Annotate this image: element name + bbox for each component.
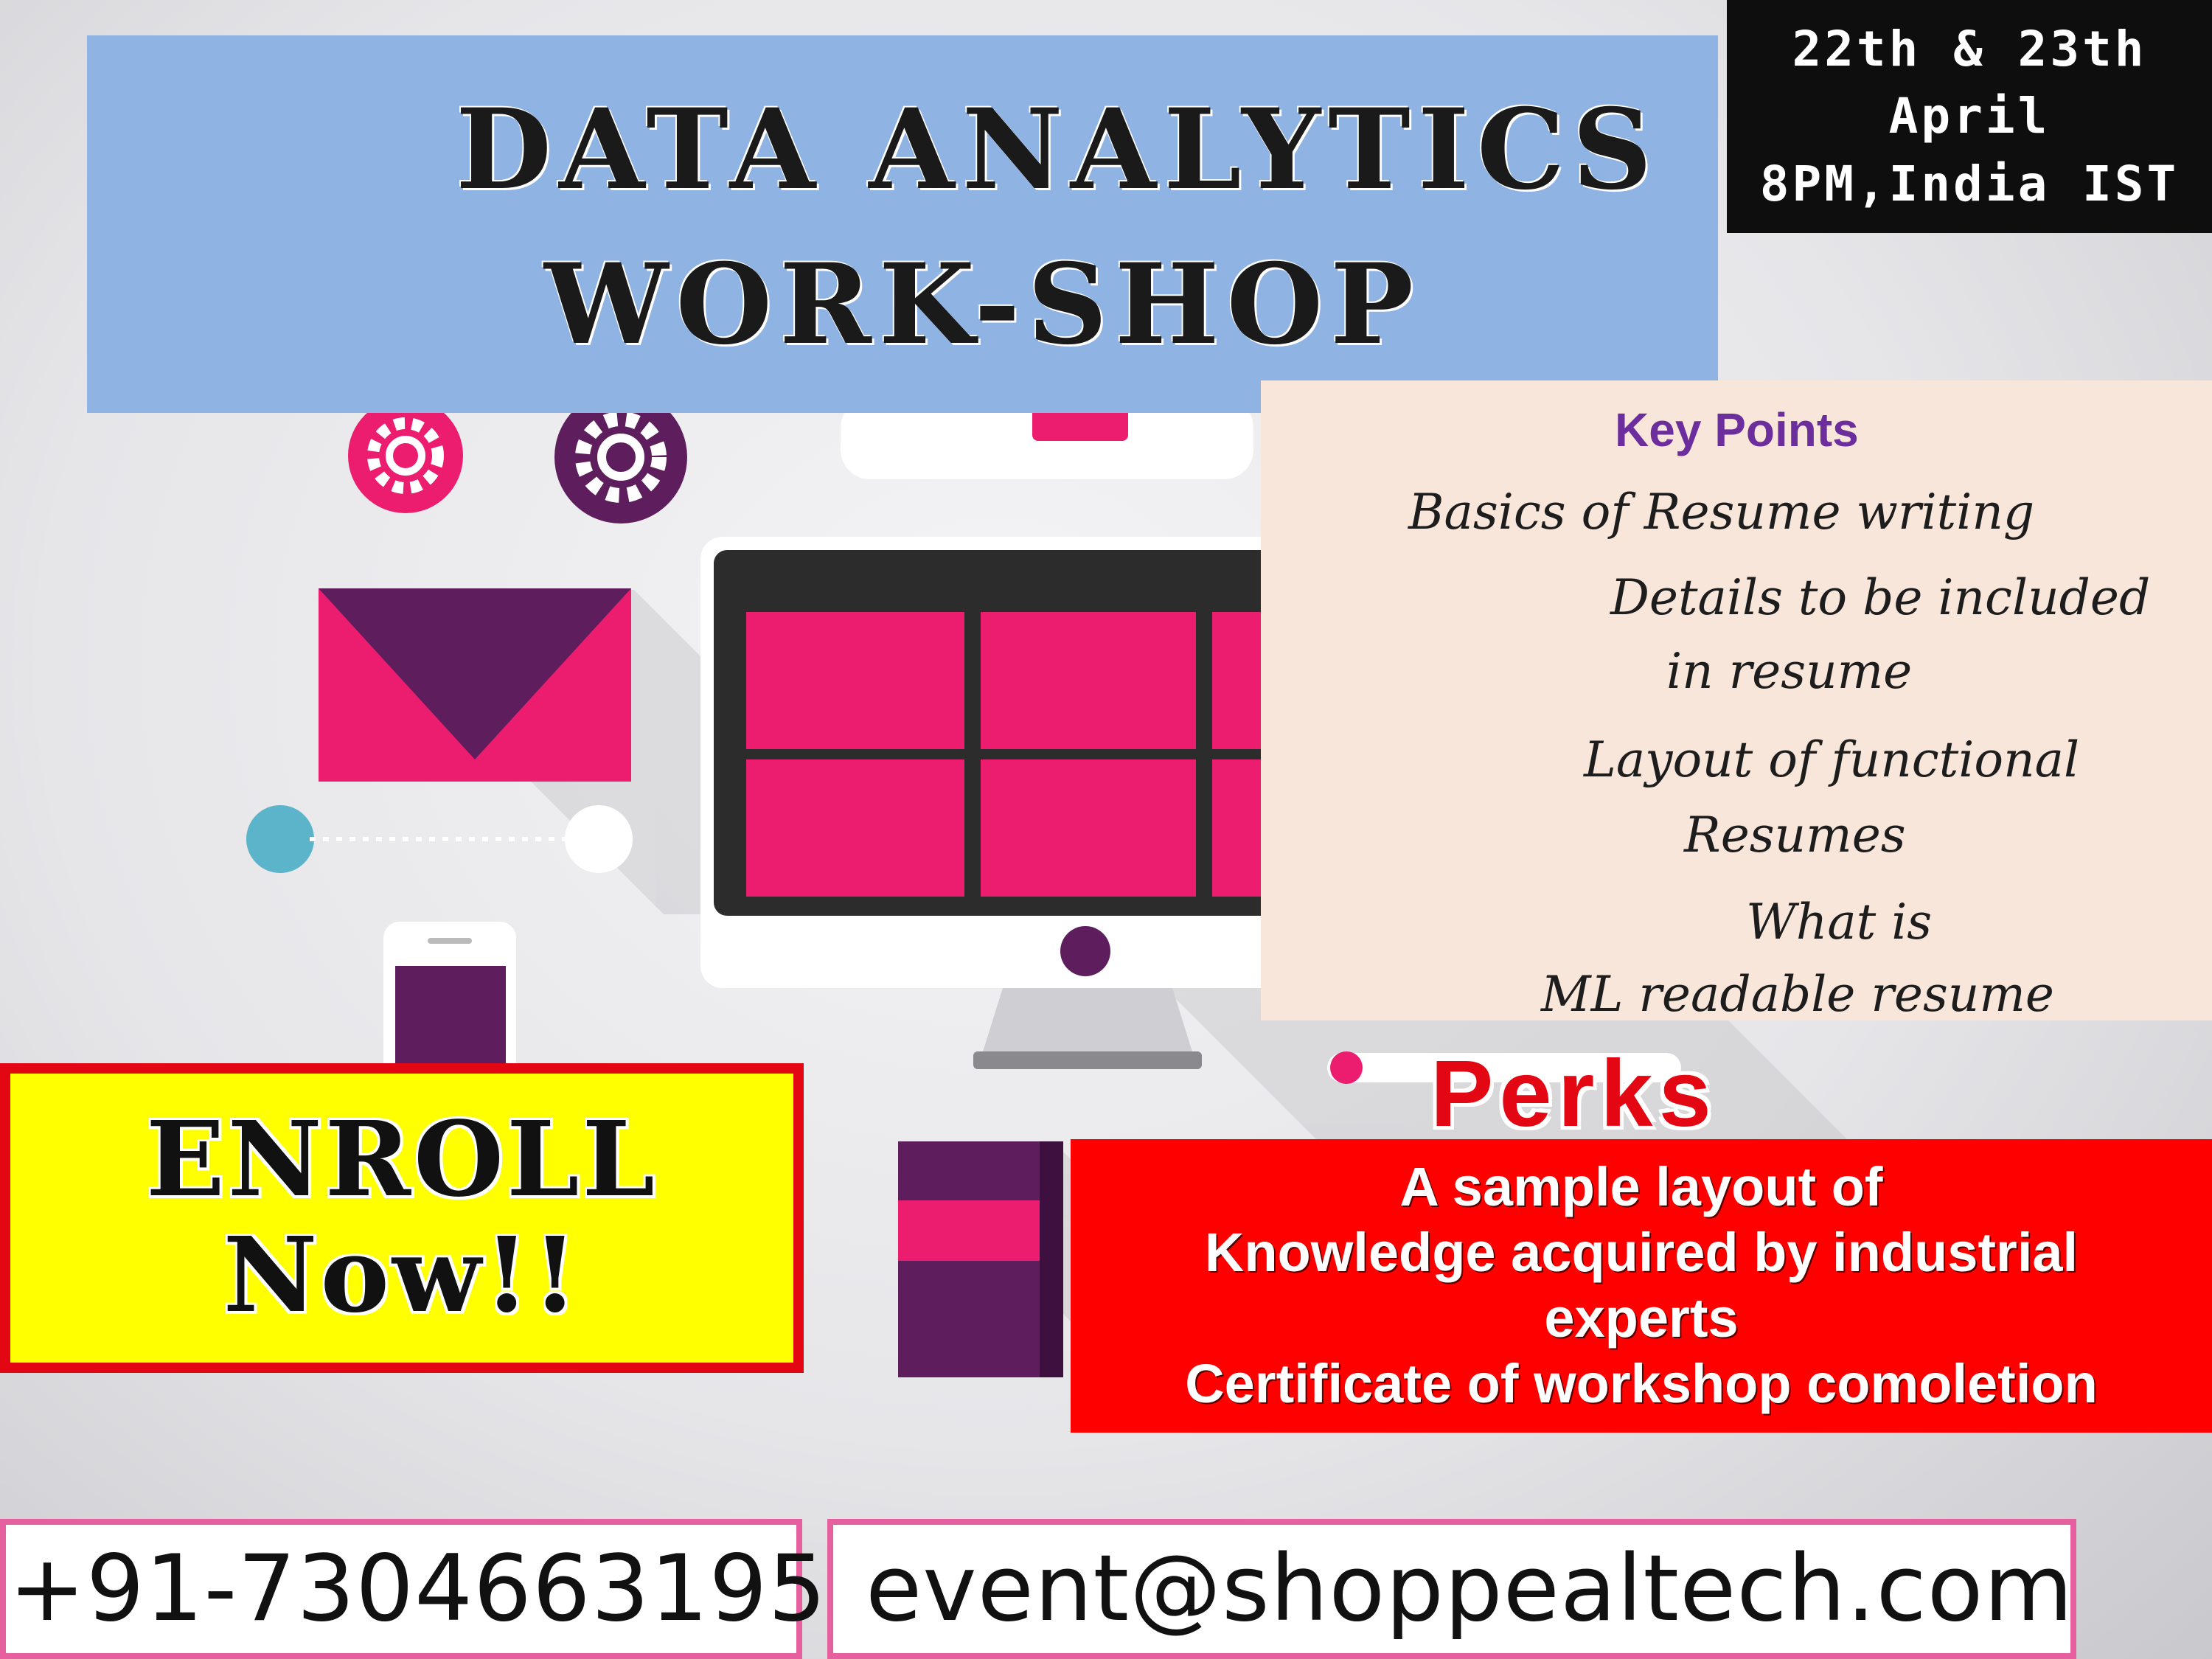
perks-box: A sample layout of Knowledge acquired by… [1071,1139,2212,1433]
enroll-button[interactable]: ENROLL Now!! [0,1063,804,1373]
phone-contact[interactable]: +91-7304663195 [0,1519,826,1659]
book-graphic [898,1141,1063,1377]
email-address: event@shoppealtech.com [866,1536,2074,1642]
schedule-box: 22th & 23th April 8PM,India IST [1727,0,2212,233]
key-point-item: in resume [1666,643,1913,700]
schedule-month: April [1888,88,2051,145]
schedule-dates: 22th & 23th [1792,21,2147,78]
email-contact[interactable]: event@shoppealtech.com [827,1519,2076,1659]
enroll-line-1: ENROLL [146,1099,658,1221]
phone-number: +91-7304663195 [9,1536,827,1642]
perk-item: A sample layout of [1399,1156,1883,1218]
schedule-time: 8PM,India IST [1759,155,2180,212]
title-line-2: WORK-SHOP [544,240,1421,369]
key-point-item: Basics of Resume writing [1408,484,2035,540]
envelope-graphic [319,588,631,782]
key-point-item: Details to be included [1610,569,2151,626]
title-line-1: DATA ANALYTICS [456,85,1660,215]
enroll-line-2: Now!! [223,1215,581,1336]
key-point-item: ML readable resume [1541,966,2054,1023]
perks-heading: Perks [1430,1041,1717,1147]
key-point-item: What is [1746,894,1933,950]
key-point-item: Resumes [1684,807,1906,863]
perk-item: Certificate of workshop comoletion [1185,1352,2098,1414]
key-point-item: Layout of functional [1584,731,2080,788]
gear-icon [348,398,463,513]
title-banner: DATA ANALYTICS WORK-SHOP [87,35,1718,413]
key-points-panel: Key Points Basics of Resume writing Deta… [1261,380,2212,1020]
perk-item: experts [1544,1287,1739,1349]
key-points-heading: Key Points [1615,403,1859,456]
perk-item: Knowledge acquired by industrial [1204,1222,2079,1284]
